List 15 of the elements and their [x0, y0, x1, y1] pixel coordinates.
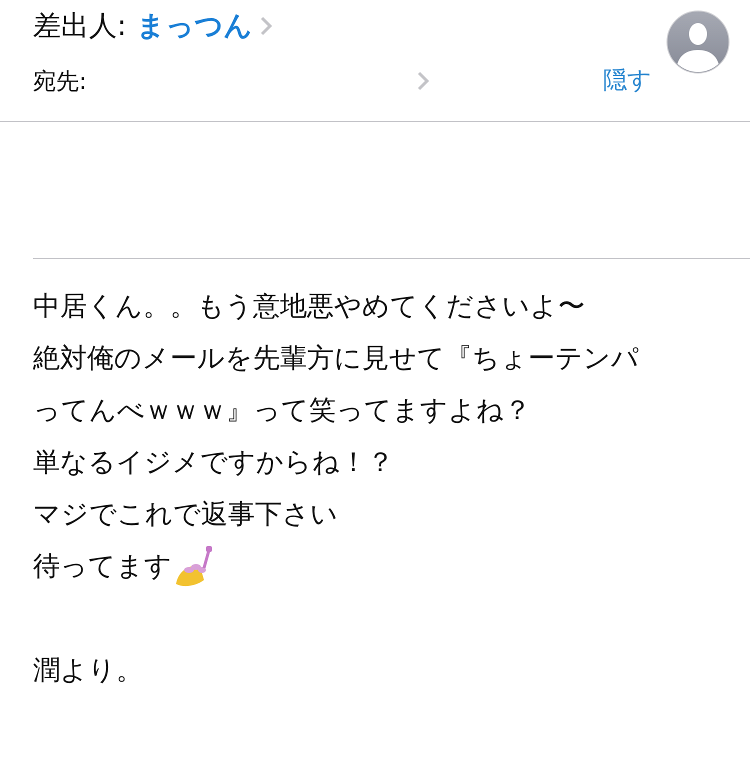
sender-name[interactable]: まっつん [136, 7, 252, 45]
message-line: マジでこれで返事下さい [33, 498, 339, 532]
nail-polish-icon [174, 546, 214, 588]
hide-link[interactable]: 隠す [603, 64, 652, 96]
chevron-icon [416, 71, 429, 91]
message-line: 中居くん。。もう意地悪やめてくださいよ〜 [33, 290, 586, 324]
chevron-icon [260, 16, 272, 36]
message-line: 単なるイジメですからね！？ [33, 446, 395, 480]
recipient-label: 宛先: [33, 68, 87, 96]
signature: 潤より。 [33, 654, 144, 688]
message-line: 待ってます [33, 541, 750, 593]
message-line: 絶対俺のメールを先輩方に見せて『ちょーテンパ [33, 342, 640, 376]
sender-label: 差出人: [33, 8, 126, 44]
avatar-icon [666, 10, 730, 74]
message-line: ってんべｗｗｗ』って笑ってますよね？ [33, 394, 532, 428]
